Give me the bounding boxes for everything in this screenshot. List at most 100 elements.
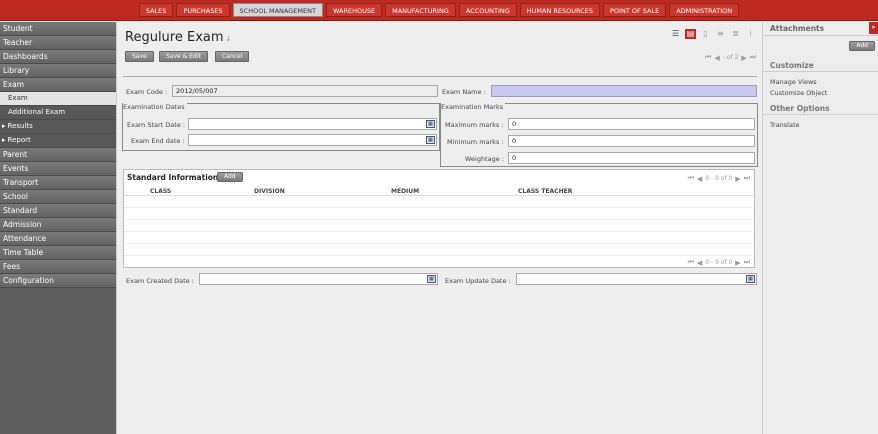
exam-update-date-field[interactable]: ▦ <box>516 273 757 285</box>
exam-code-field[interactable]: 2012/05/007 <box>172 85 438 97</box>
form-view-icon[interactable]: ▤ <box>685 29 696 39</box>
customize-object-link[interactable]: Customize Object <box>770 89 827 97</box>
column-header-class[interactable]: CLASS <box>150 188 171 195</box>
menu-warehouse[interactable]: WAREHOUSE <box>325 3 383 17</box>
manage-views-link[interactable]: Manage Views <box>770 78 817 86</box>
collapse-panel-icon[interactable]: » <box>869 22 878 34</box>
table-row <box>124 243 754 244</box>
sidebar-item-transport[interactable]: Transport <box>0 176 116 190</box>
table-header-divider <box>124 195 754 196</box>
column-header-medium[interactable]: MEDIUM <box>391 188 419 195</box>
minimum-marks-field[interactable]: 0 <box>508 135 755 147</box>
graph-view-icon[interactable]: ≡ <box>715 29 726 39</box>
exam-end-date-label: Exam End date : <box>131 137 185 145</box>
sidebar-item-attendance[interactable]: Attendance <box>0 232 116 246</box>
sidebar-subitem-report[interactable]: Report <box>0 134 116 148</box>
minimum-marks-label: Minimum marks : <box>447 138 504 146</box>
standard-information-title: Standard Information <box>127 173 219 182</box>
pager-first-icon[interactable]: ⏮ <box>705 53 711 62</box>
sidebar-item-student[interactable]: Student <box>0 22 116 36</box>
weightage-field[interactable]: 0 <box>508 152 755 164</box>
gantt-view-icon[interactable]: ≣ <box>730 29 741 39</box>
sidebar-item-admission[interactable]: Admission <box>0 218 116 232</box>
examination-marks-title: Examination Marks <box>441 103 506 111</box>
exam-created-date-label: Exam Created Date : <box>126 277 194 285</box>
menu-human-resources[interactable]: HUMAN RESOURCES <box>519 3 600 17</box>
menu-purchases[interactable]: PURCHASES <box>176 3 230 17</box>
pager-last-icon[interactable]: ⏭ <box>744 174 750 183</box>
standard-information-table: Standard Information Add ⏮ ◀ 0 - 0 of 0 … <box>123 169 755 268</box>
sidebar-item-dashboards[interactable]: Dashboards <box>0 50 116 64</box>
pager-first-icon[interactable]: ⏮ <box>688 174 694 183</box>
pager-last-icon[interactable]: ⏭ <box>744 258 750 267</box>
calendar-icon[interactable]: ▦ <box>426 120 435 128</box>
pager-first-icon[interactable]: ⏮ <box>688 258 694 267</box>
sidebar-item-standard[interactable]: Standard <box>0 204 116 218</box>
sidebar-item-school[interactable]: School <box>0 190 116 204</box>
standard-pager-bottom: ⏮ ◀ 0 - 0 of 0 ▶ ⏭ <box>688 258 750 267</box>
sidebar-item-fees[interactable]: Fees <box>0 260 116 274</box>
title-menu-icon[interactable]: ↓ <box>226 35 232 43</box>
sidebar-item-exam[interactable]: Exam <box>0 78 116 92</box>
cancel-button[interactable]: Cancel <box>215 51 250 62</box>
pager-last-icon[interactable]: ⏭ <box>750 53 756 62</box>
translate-link[interactable]: Translate <box>770 121 800 129</box>
add-standard-button[interactable]: Add <box>217 172 243 182</box>
menu-school-management[interactable]: SCHOOL MANAGEMENT <box>232 3 323 17</box>
calendar-icon[interactable]: ▦ <box>746 275 755 283</box>
exam-name-field[interactable] <box>491 85 757 97</box>
column-header-division[interactable]: DIVISION <box>254 188 285 195</box>
menu-sales[interactable]: SALES <box>138 3 174 17</box>
exam-update-date-label: Exam Update Date : <box>445 277 511 285</box>
sidebar: Student Teacher Dashboards Library Exam … <box>0 22 116 434</box>
record-pager: ⏮ ◀ - of 2 ▶ ⏭ <box>705 53 756 62</box>
pager-text: - of 2 <box>722 54 739 61</box>
sidebar-item-teacher[interactable]: Teacher <box>0 36 116 50</box>
pager-next-icon[interactable]: ▶ <box>735 259 740 267</box>
standard-pager: ⏮ ◀ 0 - 0 of 0 ▶ ⏭ <box>688 174 750 183</box>
calendar-view-icon[interactable]: ▯ <box>700 29 711 39</box>
pager-next-icon[interactable]: ▶ <box>735 175 740 183</box>
other-options-header: Other Options <box>763 102 878 115</box>
exam-created-date-field[interactable]: ▦ <box>199 273 438 285</box>
pager-prev-icon[interactable]: ◀ <box>697 259 702 267</box>
menu-accounting[interactable]: ACCOUNTING <box>458 3 517 17</box>
weightage-label: Weightage : <box>465 155 505 163</box>
maximum-marks-field[interactable]: 0 <box>508 118 755 130</box>
menu-administration[interactable]: ADMINISTRATION <box>669 3 740 17</box>
table-row <box>124 231 754 232</box>
attachments-title: Attachments <box>770 24 825 33</box>
sidebar-item-time-table[interactable]: Time Table <box>0 246 116 260</box>
menu-point-of-sale[interactable]: POINT OF SALE <box>603 3 667 17</box>
pager-prev-icon[interactable]: ◀ <box>697 175 702 183</box>
sidebar-subitem-results[interactable]: Results <box>0 120 116 134</box>
calendar-icon[interactable]: ▦ <box>426 136 435 144</box>
exam-end-date-field[interactable]: ▦ <box>188 134 437 146</box>
pager-prev-icon[interactable]: ◀ <box>714 54 719 62</box>
sidebar-item-events[interactable]: Events <box>0 162 116 176</box>
main-menu: SALES PURCHASES SCHOOL MANAGEMENT WAREHO… <box>138 3 740 17</box>
standard-pager-text: 0 - 0 of 0 <box>705 259 733 266</box>
column-header-class-teacher[interactable]: CLASS TEACHER <box>518 188 572 195</box>
sidebar-item-library[interactable]: Library <box>0 64 116 78</box>
sidebar-subitem-exam[interactable]: Exam <box>0 92 116 106</box>
page-title: Regulure Exam ↓ <box>125 30 231 45</box>
add-attachment-button[interactable]: Add <box>849 41 875 51</box>
list-view-icon[interactable]: ☰ <box>670 29 681 39</box>
exam-name-label: Exam Name : <box>442 88 486 96</box>
sidebar-right-panel: Attachments » Add Customize Manage Views… <box>762 22 878 434</box>
exam-start-date-field[interactable]: ▦ <box>188 118 437 130</box>
table-row <box>124 219 754 220</box>
view-switcher: ☰ ▤ ▯ ≡ ≣ ⁞ <box>670 29 756 39</box>
pager-next-icon[interactable]: ▶ <box>741 54 746 62</box>
sidebar-item-parent[interactable]: Parent <box>0 148 116 162</box>
save-and-edit-button[interactable]: Save & Edit <box>159 51 208 62</box>
diagram-view-icon[interactable]: ⁞ <box>745 29 756 39</box>
calendar-icon[interactable]: ▦ <box>427 275 436 283</box>
menu-manufacturing[interactable]: MANUFACTURING <box>385 3 456 17</box>
table-row <box>124 255 754 256</box>
sidebar-item-configuration[interactable]: Configuration <box>0 274 116 288</box>
sidebar-subitem-additional-exam[interactable]: Additional Exam <box>0 106 116 120</box>
exam-code-label: Exam Code : <box>126 88 168 96</box>
save-button[interactable]: Save <box>125 51 154 62</box>
